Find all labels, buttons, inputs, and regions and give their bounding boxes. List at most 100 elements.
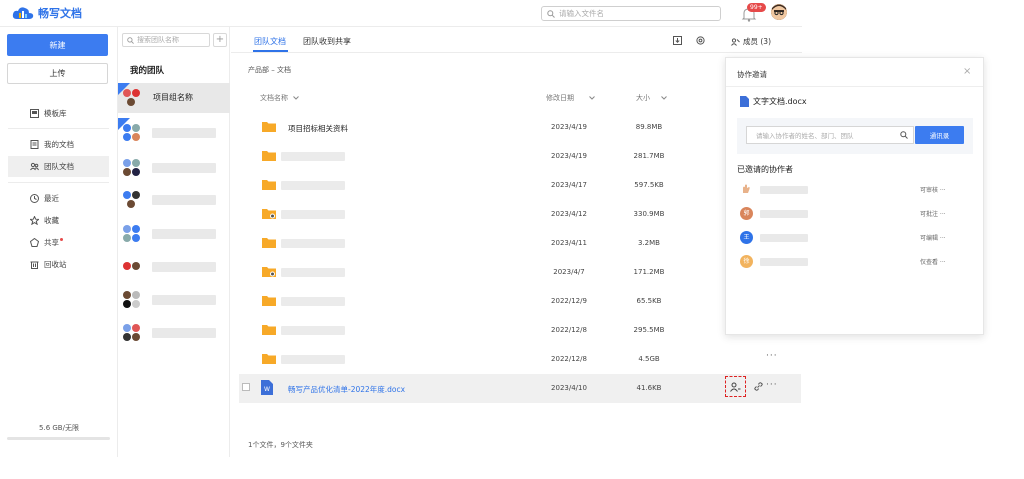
- more-actions-button[interactable]: ···: [766, 351, 778, 361]
- collaborator-name-placeholder: [760, 186, 808, 194]
- file-size: 281.7MB: [633, 152, 665, 160]
- table-row[interactable]: 2023/4/12 330.9MB: [239, 200, 801, 229]
- modified-date: 2023/4/19: [551, 123, 587, 131]
- file-name[interactable]: 畅写产品优化清单-2022年度.docx: [288, 384, 405, 395]
- main-content: 团队文档 团队收到共享 成员 (3) 产品部 – 文档 文档名称 修改日期 大小…: [231, 27, 802, 457]
- team-item[interactable]: [118, 285, 230, 315]
- storage-bar: [7, 437, 110, 440]
- top-bar: 畅写文档 请输入文件名 99+: [0, 0, 802, 27]
- members-label: 成员 (3): [743, 37, 772, 46]
- import-icon[interactable]: [673, 36, 682, 45]
- table-row[interactable]: 2022/12/8 295.5MB: [239, 316, 801, 345]
- file-name-placeholder: [281, 326, 345, 335]
- members-icon: [731, 37, 740, 46]
- team-item[interactable]: [118, 318, 230, 348]
- team-list-panel: 搜索团队名称 + 我的团队 项目组名称: [118, 27, 230, 457]
- shared-folder-icon: [262, 209, 276, 219]
- team-item[interactable]: 项目组名称: [118, 83, 230, 113]
- search-icon[interactable]: [900, 131, 908, 139]
- svg-text:W: W: [264, 386, 270, 393]
- table-row[interactable]: 项目招标相关资料 2023/4/19 89.8MB: [239, 113, 801, 142]
- team-avatar-group: [122, 290, 141, 309]
- tab-team-docs[interactable]: 团队文档: [254, 36, 286, 47]
- sidebar-item-shared[interactable]: 共享: [8, 232, 109, 253]
- sidebar-item-team-docs[interactable]: 团队文档: [8, 156, 109, 177]
- modified-date: 2022/12/9: [551, 297, 587, 305]
- breadcrumb[interactable]: 产品部 – 文档: [248, 65, 291, 75]
- collaborator-search-input[interactable]: 请输入协作者的姓名、部门、团队: [746, 126, 914, 144]
- file-size: 4.5GB: [638, 355, 660, 363]
- sidebar-item-trash[interactable]: 回收站: [8, 254, 109, 275]
- invite-document: 文字文档.docx: [740, 96, 807, 107]
- table-row[interactable]: 2023/4/19 281.7MB: [239, 142, 801, 171]
- team-item[interactable]: [118, 219, 230, 249]
- team-name-placeholder: [152, 163, 216, 173]
- team-item[interactable]: [118, 252, 230, 282]
- upload-button[interactable]: 上传: [7, 63, 108, 84]
- link-icon[interactable]: [754, 382, 763, 391]
- share-icon: [30, 238, 39, 247]
- search-icon: [547, 9, 555, 18]
- column-header-date[interactable]: 修改日期: [546, 93, 595, 103]
- collaborator-avatar: 徐: [740, 255, 753, 268]
- folder-icon: [262, 151, 276, 161]
- cloud-logo-icon: [12, 7, 34, 19]
- team-search-placeholder: 搜索团队名称: [137, 36, 179, 44]
- collaborator-item[interactable]: 郭 可批注 ···: [740, 205, 970, 223]
- user-avatar[interactable]: [771, 4, 787, 20]
- members-button[interactable]: 成员 (3): [731, 36, 771, 47]
- team-avatar-group: [122, 123, 141, 142]
- file-search-input[interactable]: 请输入文件名: [541, 6, 721, 21]
- team-search-input[interactable]: 搜索团队名称: [122, 33, 210, 47]
- table-row[interactable]: 2023/4/17 597.5KB: [239, 171, 801, 200]
- storage-usage: 5.6 GB/无限: [39, 424, 79, 432]
- unread-dot: [60, 237, 63, 241]
- permission-dropdown[interactable]: 可编辑 ···: [920, 233, 946, 242]
- invite-collaborator-button[interactable]: [725, 376, 746, 397]
- sidebar-divider: [8, 128, 109, 129]
- sidebar-item-templates[interactable]: 模板库: [8, 103, 109, 124]
- address-book-button[interactable]: 通讯录: [915, 126, 964, 144]
- sidebar-item-recent[interactable]: 最近: [8, 188, 109, 209]
- permission-dropdown[interactable]: 可审核 ···: [920, 185, 946, 194]
- tab-team-received-shares[interactable]: 团队收到共享: [303, 36, 351, 47]
- column-header-name[interactable]: 文档名称: [260, 93, 299, 103]
- app-name: 畅写文档: [38, 7, 82, 20]
- table-row[interactable]: 2022/12/9 65.5KB: [239, 287, 801, 316]
- input-placeholder: 请输入协作者的姓名、部门、团队: [756, 132, 854, 140]
- close-icon[interactable]: ×: [963, 66, 971, 77]
- team-item[interactable]: [118, 153, 230, 183]
- new-button[interactable]: 新建: [7, 34, 108, 56]
- collaborator-item[interactable]: 王 可编辑 ···: [740, 229, 970, 247]
- table-row-file[interactable]: W 畅写产品优化清单-2022年度.docx 2023/4/10 41.6KB …: [239, 374, 801, 403]
- word-doc-icon: [740, 96, 749, 107]
- word-doc-icon: W: [261, 380, 273, 395]
- modified-date: 2023/4/10: [551, 384, 587, 392]
- team-name-placeholder: [152, 328, 216, 338]
- file-size: 3.2MB: [638, 239, 660, 247]
- permission-dropdown[interactable]: 可批注 ···: [920, 209, 946, 218]
- table-row[interactable]: 2023/4/11 3.2MB: [239, 229, 801, 258]
- team-avatar-group: [122, 190, 141, 209]
- permission-dropdown[interactable]: 仅查看 ···: [920, 257, 946, 266]
- team-item[interactable]: [118, 185, 230, 215]
- collaborator-item[interactable]: 徐 仅查看 ···: [740, 253, 970, 271]
- add-team-button[interactable]: +: [213, 33, 227, 47]
- collaborator-item[interactable]: 可审核 ···: [740, 181, 970, 199]
- team-item[interactable]: [118, 118, 230, 148]
- collaborator-avatar: 王: [740, 231, 753, 244]
- table-row[interactable]: 2023/4/7 171.2MB: [239, 258, 801, 287]
- app-logo[interactable]: 畅写文档: [12, 5, 82, 21]
- sidebar-item-favorites[interactable]: 收藏: [8, 210, 109, 231]
- settings-icon[interactable]: [696, 36, 705, 45]
- left-sidebar: 新建 上传 模板库 我的文档 团队文档 最近 收藏 共享 回收站 5.6 GB/…: [0, 27, 118, 457]
- table-row[interactable]: 2022/12/8 4.5GB ···: [239, 345, 801, 374]
- column-label: 大小: [636, 94, 650, 102]
- column-header-size[interactable]: 大小: [636, 93, 667, 103]
- collaborator-name-placeholder: [760, 234, 808, 242]
- file-name-placeholder: [281, 210, 345, 219]
- document-icon: [30, 140, 39, 149]
- sidebar-item-my-docs[interactable]: 我的文档: [8, 134, 109, 155]
- more-actions-button[interactable]: ···: [766, 380, 778, 390]
- row-checkbox[interactable]: [242, 383, 250, 391]
